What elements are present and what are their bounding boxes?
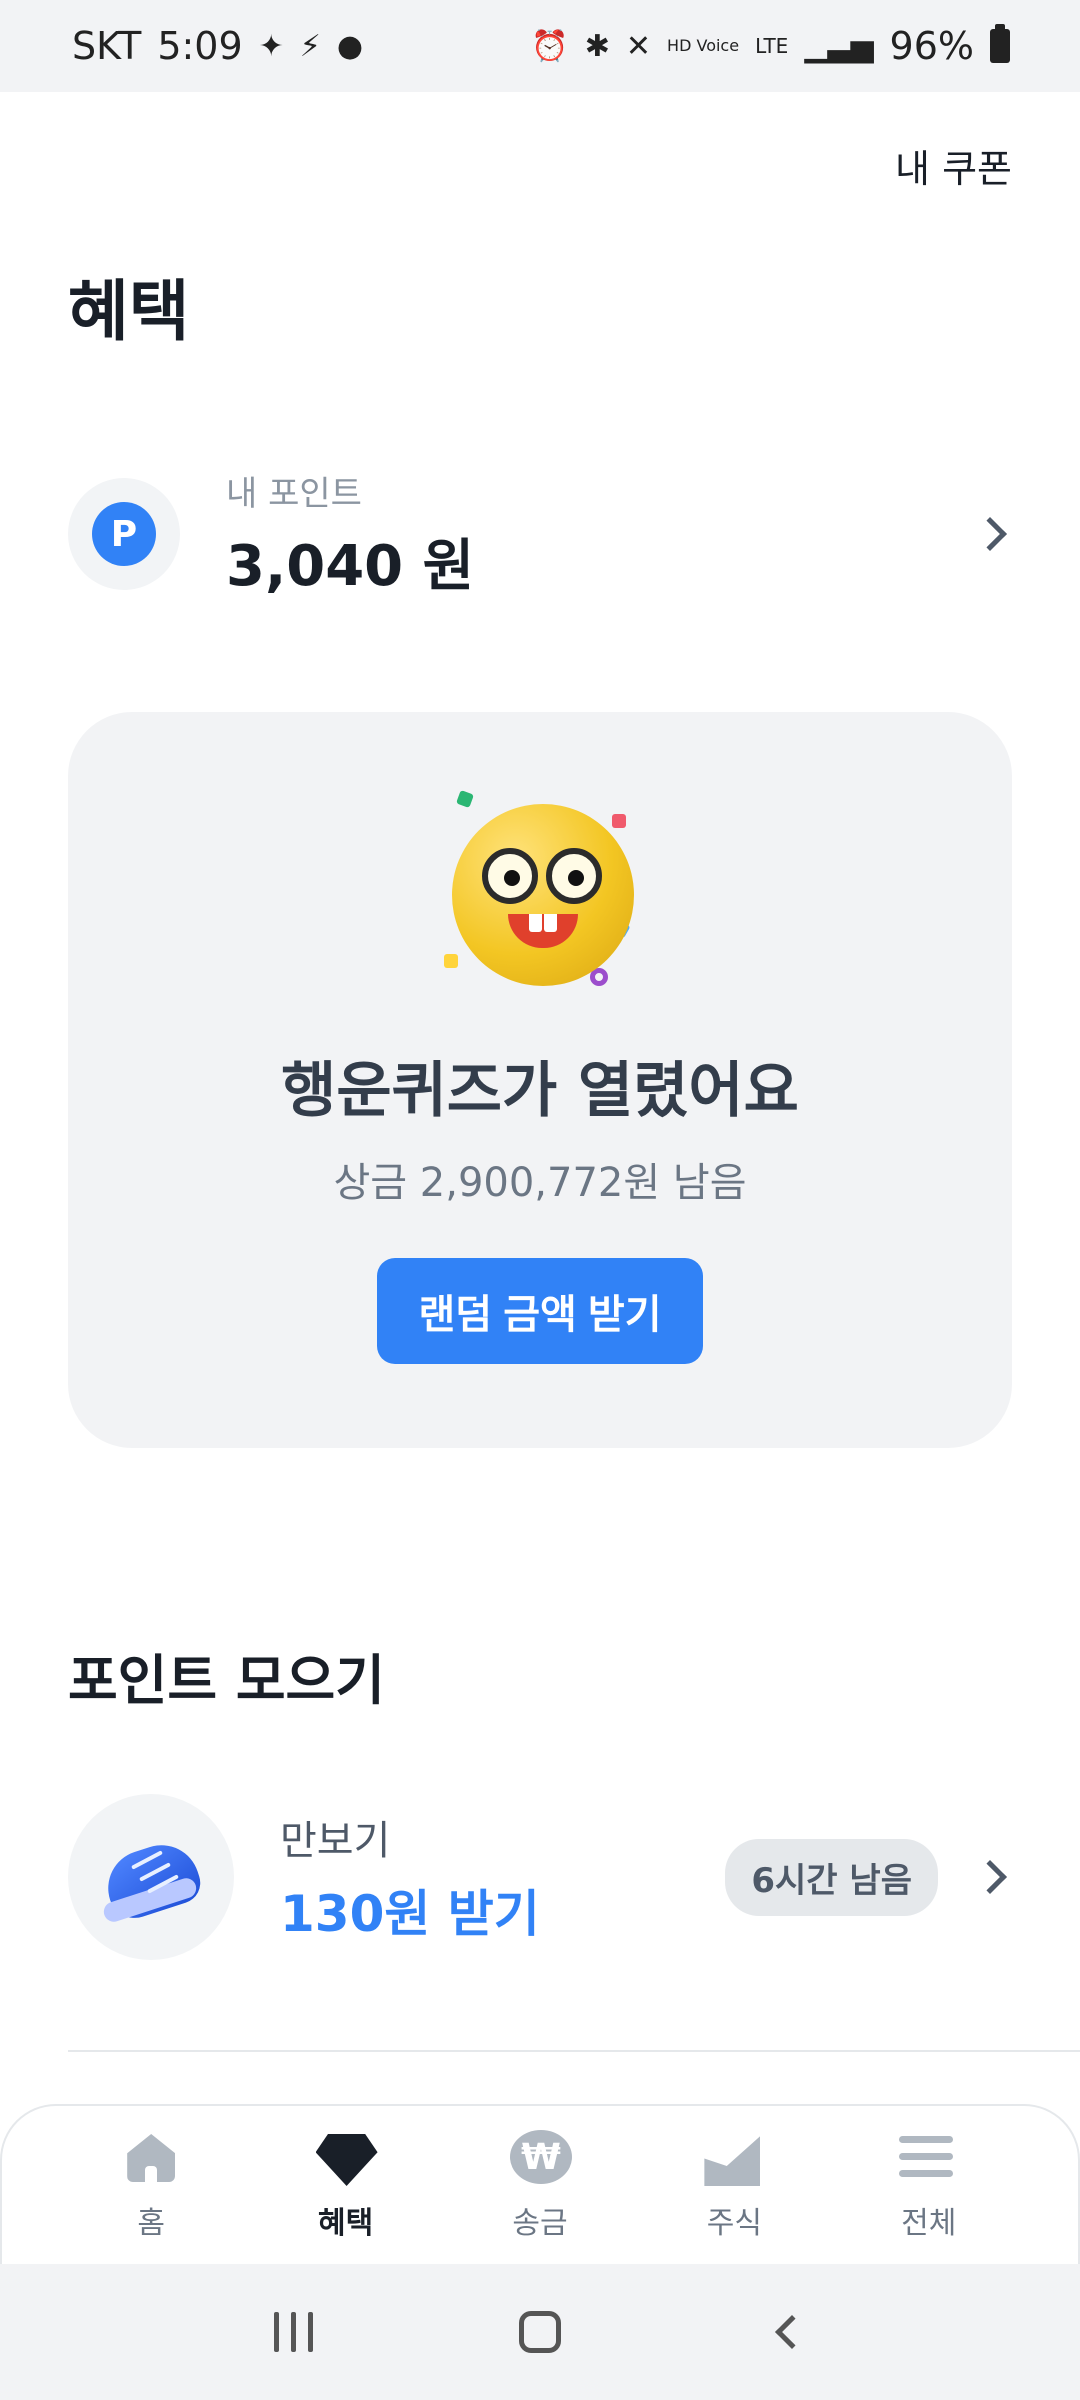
point-avatar: P xyxy=(68,478,180,590)
confetti-icon xyxy=(612,814,626,828)
nav-item-transfer[interactable]: ₩ 송금 xyxy=(470,2130,610,2264)
clock: 5:09 xyxy=(157,24,243,68)
nav-item-benefits[interactable]: 혜택 xyxy=(276,2130,416,2264)
home-square-icon xyxy=(518,2311,561,2353)
chat-bubble-icon: ● xyxy=(336,28,364,64)
won-icon: ₩ xyxy=(509,2130,572,2190)
quiz-title: 행운퀴즈가 열렸어요 xyxy=(281,1056,799,1126)
battery-icon xyxy=(990,24,1010,63)
hd-voice-icon: HD Voice xyxy=(667,36,740,55)
point-label: 내 포인트 xyxy=(226,474,362,514)
pedometer-row[interactable]: 만보기 130원 받기 6시간 남음 xyxy=(68,1794,1012,1960)
bottom-nav: 홈 혜택 ₩ 송금 주식 전체 xyxy=(0,2104,1080,2264)
page-title: 혜택 xyxy=(68,273,190,350)
confetti-icon xyxy=(456,790,474,808)
pedometer-label: 만보기 xyxy=(280,1818,391,1864)
chevron-right-icon xyxy=(973,517,1007,551)
nav-item-stocks[interactable]: 주식 xyxy=(664,2130,804,2264)
home-icon xyxy=(121,2130,181,2190)
right-eye xyxy=(546,848,602,904)
left-eye xyxy=(482,848,538,904)
back-button[interactable] xyxy=(747,2292,827,2372)
nav-label: 주식 xyxy=(706,2206,762,2241)
point-icon: P xyxy=(92,502,156,566)
lucky-quiz-card[interactable]: 행운퀴즈가 열렸어요 상금 2,900,772원 남음 랜덤 금액 받기 xyxy=(68,712,1012,1448)
nerd-face-emoji-icon xyxy=(440,790,640,992)
emoji-face xyxy=(452,804,634,986)
my-points-row[interactable]: P 내 포인트 3,040 원 xyxy=(68,474,1012,599)
pedometer-reward: 130원 받기 xyxy=(280,1885,540,1943)
quiz-prize-remaining: 상금 2,900,772원 남음 xyxy=(333,1160,747,1206)
status-left: SKT 5:09 ✦ ⚡ ● xyxy=(72,24,363,68)
signal-icon: ▁▃▅ xyxy=(804,28,874,64)
nav-label: 송금 xyxy=(512,2206,568,2241)
nav-item-all[interactable]: 전체 xyxy=(859,2130,999,2264)
gem-icon xyxy=(315,2130,378,2190)
random-amount-button[interactable]: 랜덤 금액 받기 xyxy=(377,1258,703,1364)
lte-icon: LTE xyxy=(755,34,789,58)
flash-icon: ⚡ xyxy=(299,28,321,64)
nav-label: 혜택 xyxy=(317,2206,374,2241)
pedometer-text: 만보기 130원 받기 xyxy=(280,1808,540,1946)
confetti-icon xyxy=(444,954,458,968)
divider xyxy=(68,2050,1080,2052)
system-nav-bar xyxy=(0,2264,1080,2400)
status-right: ⏰ ✱ ✕ HD Voice LTE ▁▃▅ 96% xyxy=(531,24,1010,68)
nav-label: 전체 xyxy=(901,2206,957,2241)
recents-icon xyxy=(273,2312,313,2352)
recents-button[interactable] xyxy=(253,2292,333,2372)
mute-icon: ✕ xyxy=(625,28,652,64)
bluetooth-icon: ✱ xyxy=(584,28,610,64)
home-button[interactable] xyxy=(500,2292,580,2372)
point-text: 내 포인트 3,040 원 xyxy=(226,466,474,602)
menu-icon xyxy=(898,2130,959,2190)
status-bar: SKT 5:09 ✦ ⚡ ● ⏰ ✱ ✕ HD Voice LTE ▁▃▅ 96… xyxy=(0,0,1080,92)
mouth xyxy=(508,914,578,948)
carrier-label: SKT xyxy=(72,24,142,68)
point-value: 3,040 원 xyxy=(226,534,475,599)
battery-percent: 96% xyxy=(889,24,974,68)
back-chevron-icon xyxy=(774,2315,809,2349)
notification-icon: ✦ xyxy=(258,28,284,64)
sneaker-icon xyxy=(68,1794,234,1960)
time-left-badge: 6시간 남음 xyxy=(725,1838,938,1916)
my-coupon-link[interactable]: 내 쿠폰 xyxy=(895,138,1012,193)
stock-chart-icon xyxy=(704,2130,764,2190)
alarm-icon: ⏰ xyxy=(531,28,569,64)
nav-label: 홈 xyxy=(137,2206,165,2241)
nav-item-home[interactable]: 홈 xyxy=(81,2130,221,2264)
chevron-right-icon xyxy=(973,1860,1007,1894)
section-title-collect-points: 포인트 모으기 xyxy=(68,1649,385,1712)
